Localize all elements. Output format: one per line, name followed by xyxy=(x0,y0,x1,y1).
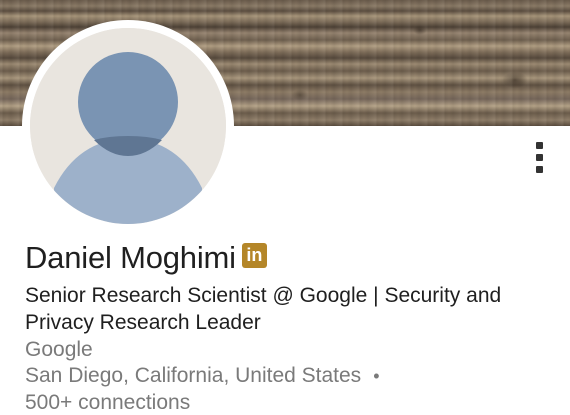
profile-headline: Senior Research Scientist @ Google | Sec… xyxy=(25,284,502,334)
profile-company[interactable]: Google xyxy=(25,337,93,363)
profile-location: San Diego, California, United States xyxy=(25,364,362,387)
linkedin-icon: in xyxy=(241,242,267,268)
profile-location-row: San Diego, California, United States • xyxy=(25,363,380,389)
more-vertical-icon xyxy=(536,142,543,149)
profile-name-row: Daniel Moghimi in xyxy=(25,238,267,278)
avatar[interactable] xyxy=(30,28,226,224)
profile-name: Daniel Moghimi xyxy=(25,240,236,275)
default-avatar-icon xyxy=(30,28,226,224)
profile-card: Daniel Moghimi in Senior Research Scient… xyxy=(0,0,570,415)
location-separator: • xyxy=(373,366,380,386)
more-vertical-icon-dot xyxy=(536,154,543,161)
more-vertical-icon-dot xyxy=(536,166,543,173)
more-options-button[interactable] xyxy=(526,138,554,178)
profile-connections[interactable]: 500+ connections xyxy=(25,390,190,415)
